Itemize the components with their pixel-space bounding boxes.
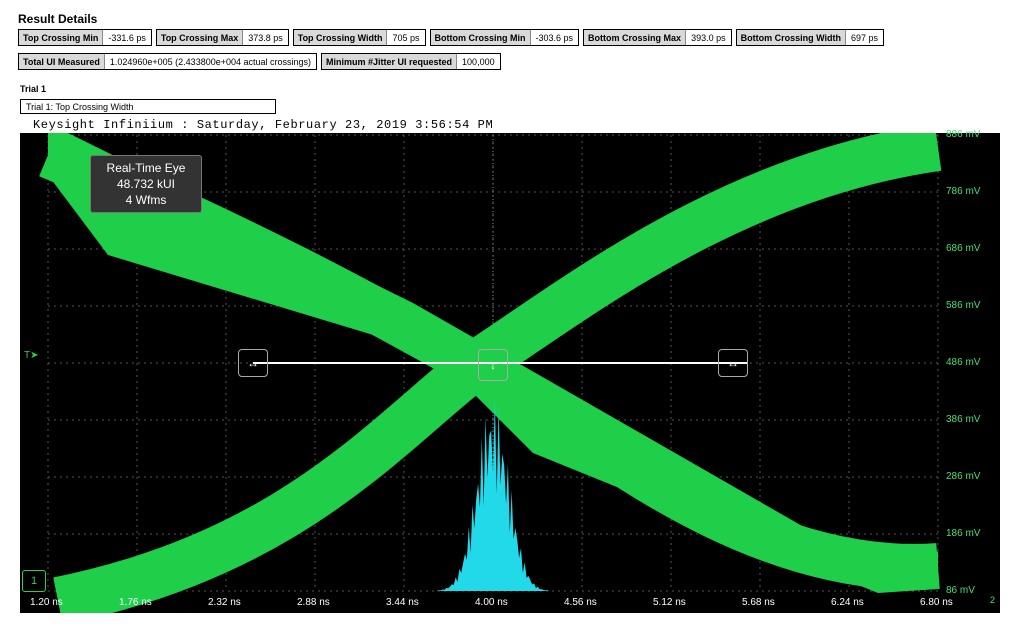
right-marker-handle[interactable]: ↔ xyxy=(718,349,748,377)
trigger-level-icon[interactable]: T➤ xyxy=(24,350,39,361)
y-tick-label: 786 mV xyxy=(946,186,981,197)
result-cell: Bottom Crossing Min -303.6 ps xyxy=(429,29,580,46)
y-tick-label: 586 mV xyxy=(946,300,981,311)
y-tick-label: 386 mV xyxy=(946,414,981,425)
ui-results-row: Total UI Measured 1.024960e+005 (2.433800… xyxy=(18,53,501,70)
x-tick-label: 4.00 ns xyxy=(475,597,508,608)
result-value: 697 ps xyxy=(851,32,879,43)
crossing-results-row: Top Crossing Min -331.6 ps Top Crossing Ma… xyxy=(18,29,885,46)
result-value: 393.0 ps xyxy=(691,32,726,43)
trial-heading: Trial 1 xyxy=(20,84,47,94)
x-tick-label: 2.32 ns xyxy=(208,597,241,608)
y-tick-label: 186 mV xyxy=(946,528,981,539)
info-line-3: 4 Wfms xyxy=(125,193,167,207)
center-marker-handle[interactable]: ↕ xyxy=(478,349,508,381)
x-tick-label: 2.88 ns xyxy=(297,597,330,608)
x-tick-label: 6.24 ns xyxy=(831,597,864,608)
result-label: Top Crossing Max xyxy=(156,30,244,45)
result-details-title: Result Details xyxy=(18,12,98,26)
y-tick-label: 86 mV xyxy=(946,585,975,596)
x-tick-label: 6.80 ns xyxy=(920,597,953,608)
result-cell: Bottom Crossing Max 393.0 ps xyxy=(583,29,732,46)
result-value: 100,000 xyxy=(462,56,495,67)
trigger-label: T xyxy=(24,350,31,361)
x-tick-label: 3.44 ns xyxy=(386,597,419,608)
result-value: 705 ps xyxy=(392,32,420,43)
corner-label: 2 xyxy=(990,595,996,605)
left-arrow-icon: ↔ xyxy=(247,356,259,370)
x-tick-label: 1.76 ns xyxy=(119,597,152,608)
info-line-2: 48.732 kUI xyxy=(116,177,176,191)
y-tick-label: 686 mV xyxy=(946,243,981,254)
result-cell: Bottom Crossing Width 697 ps xyxy=(735,29,885,46)
ground-marker-label: 1 xyxy=(30,575,38,587)
result-label: Bottom Crossing Min xyxy=(430,30,531,45)
result-cell: Top Crossing Max 373.8 ps xyxy=(155,29,289,46)
result-label: Bottom Crossing Max xyxy=(584,30,687,45)
result-label: Bottom Crossing Width xyxy=(736,30,846,45)
result-cell: Minimum #Jitter UI requested 100,000 xyxy=(321,53,501,70)
result-value: 1.024960e+005 (2.433800e+004 actual cros… xyxy=(109,56,312,67)
trial-selector[interactable]: Trial 1: Top Crossing Width xyxy=(20,99,276,114)
trial-selector-value: Trial 1: Top Crossing Width xyxy=(26,101,134,112)
scope-caption: Keysight Infiniium : Saturday, February … xyxy=(33,118,494,132)
real-time-eye-info[interactable]: Real-Time Eye 48.732 kUI 4 Wfms xyxy=(90,155,202,213)
left-marker-handle[interactable]: ↔ xyxy=(238,349,268,377)
right-arrow-icon: ↔ xyxy=(727,356,739,370)
vertical-arrow-icon: ↕ xyxy=(490,358,496,372)
result-cell: Top Crossing Min -331.6 ps xyxy=(18,29,152,46)
scope-display[interactable]: Real-Time Eye 48.732 kUI 4 Wfms T➤ 1 ↔ ↕… xyxy=(20,129,1000,613)
result-label: Minimum #Jitter UI requested xyxy=(322,54,458,69)
result-value: -331.6 ps xyxy=(108,32,146,43)
result-cell: Top Crossing Width 705 ps xyxy=(292,29,426,46)
result-label: Top Crossing Width xyxy=(293,30,388,45)
channel-ground-marker-icon[interactable]: 1 xyxy=(22,570,46,592)
x-tick-label: 1.20 ns xyxy=(30,597,63,608)
result-label: Total UI Measured xyxy=(19,54,105,69)
x-tick-label: 4.56 ns xyxy=(564,597,597,608)
x-tick-label: 5.12 ns xyxy=(653,597,686,608)
y-tick-label: 286 mV xyxy=(946,471,981,482)
result-value: 373.8 ps xyxy=(248,32,283,43)
y-tick-label: 486 mV xyxy=(946,357,981,368)
x-tick-label: 5.68 ns xyxy=(742,597,775,608)
result-value: -303.6 ps xyxy=(535,32,574,43)
result-cell: Total UI Measured 1.024960e+005 (2.433800… xyxy=(18,53,318,70)
y-tick-label: 886 mV xyxy=(946,129,981,140)
result-label: Top Crossing Min xyxy=(19,30,104,45)
info-line-1: Real-Time Eye xyxy=(106,161,186,175)
